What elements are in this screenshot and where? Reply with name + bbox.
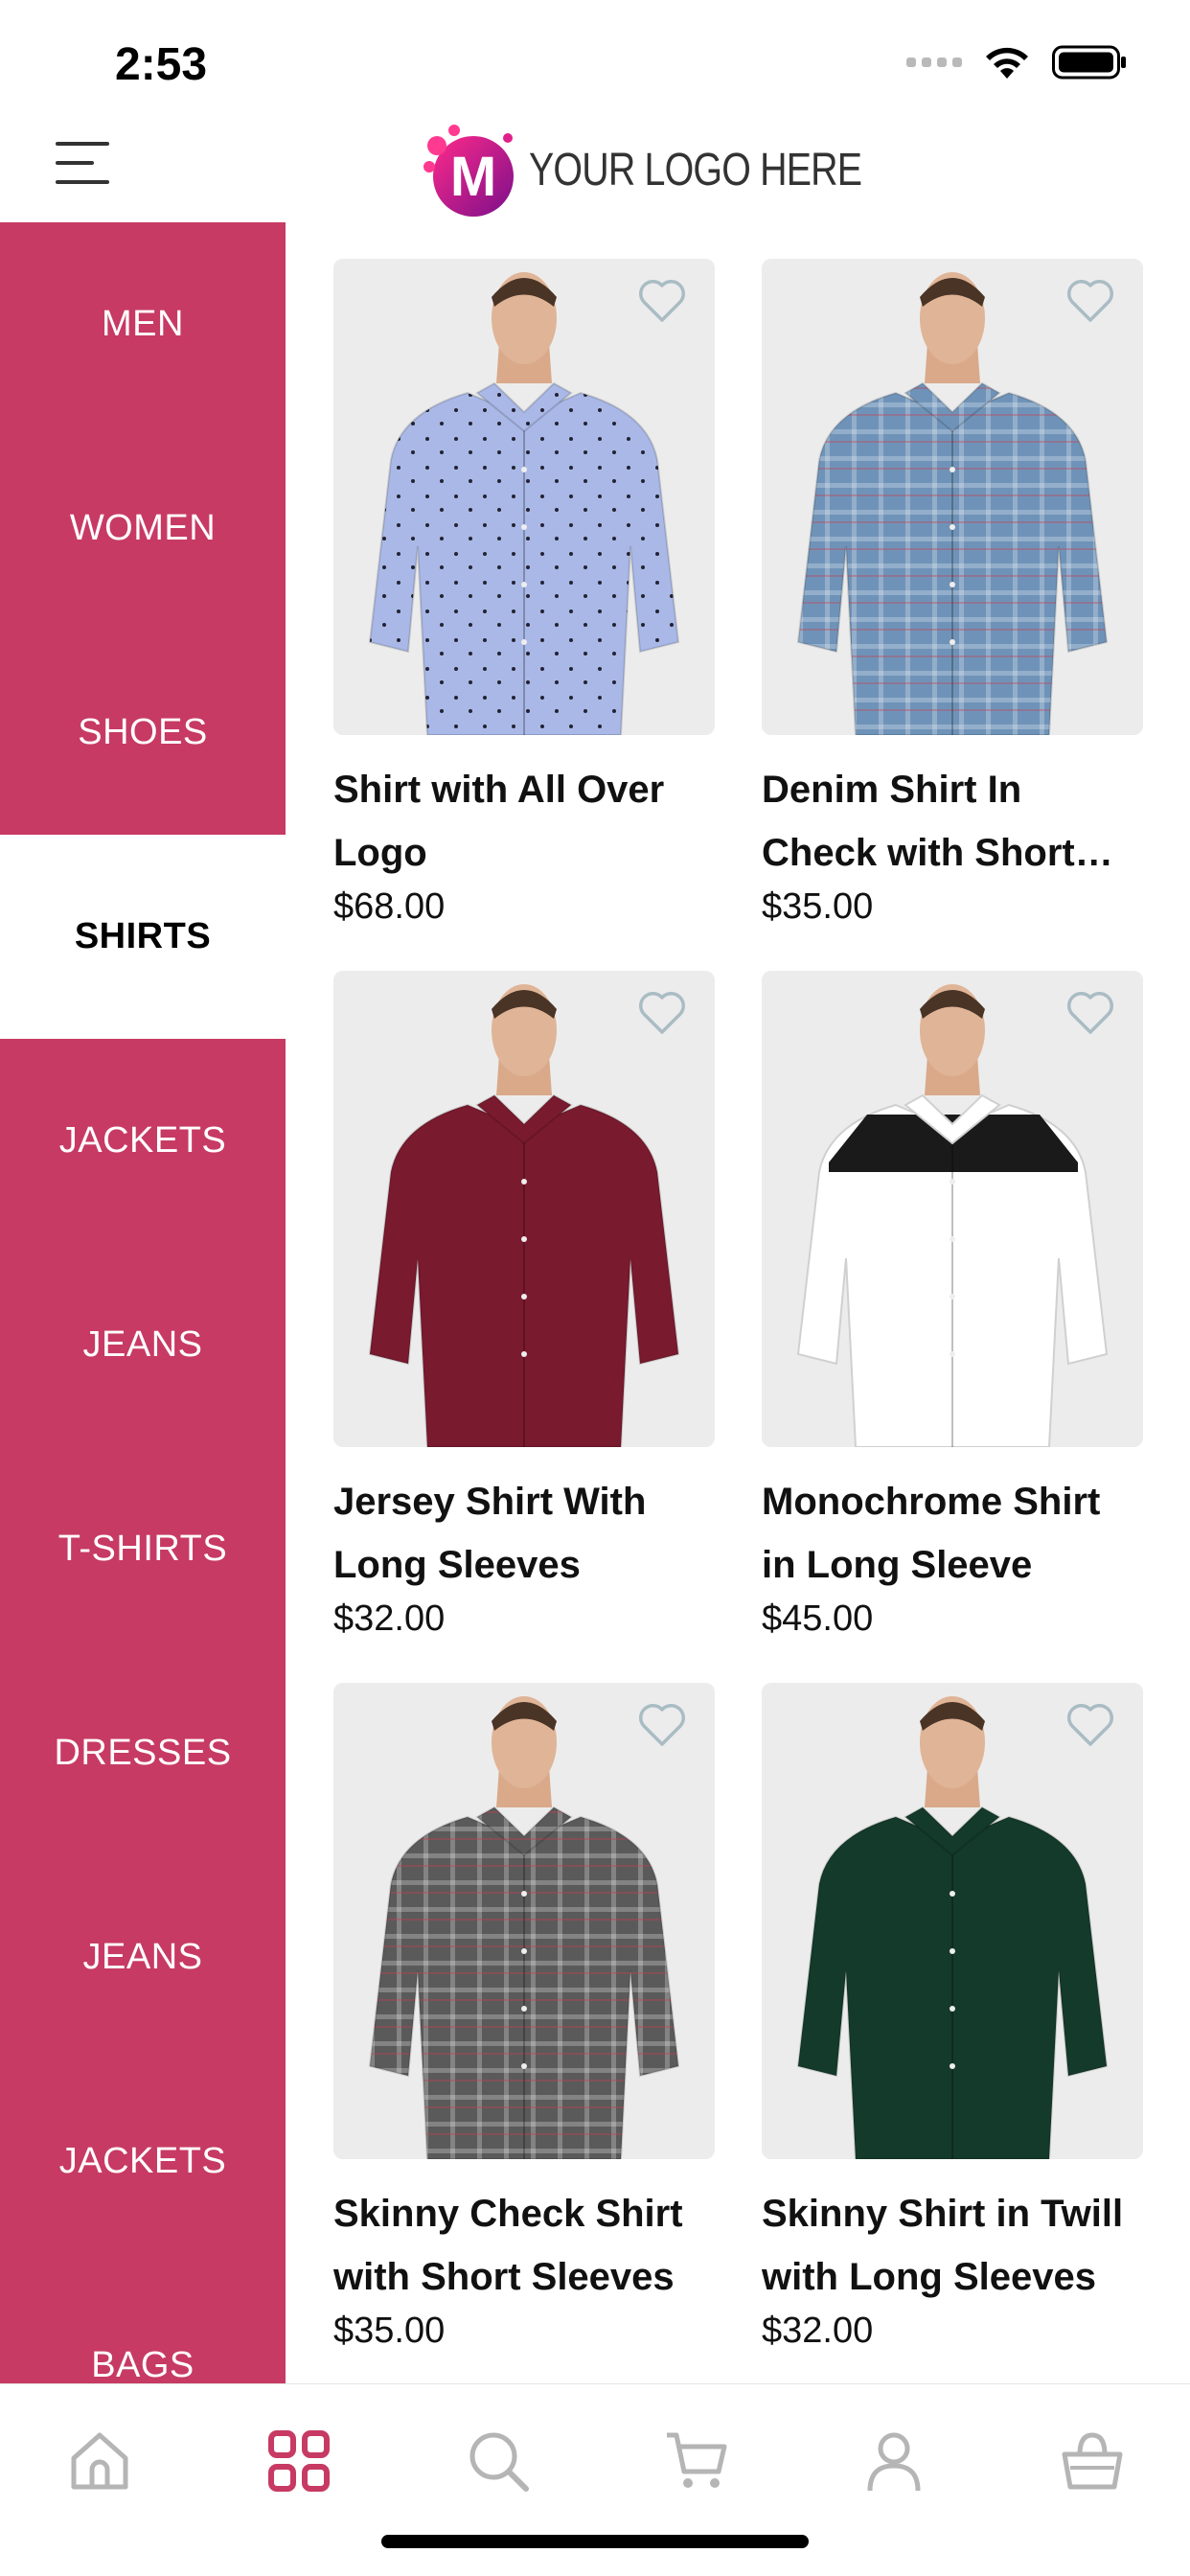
product-title: Skinny Check Shirt with Short Sleeves <box>333 2193 683 2298</box>
favorite-heart-icon[interactable] <box>1064 988 1116 1036</box>
favorite-heart-icon[interactable] <box>636 1700 688 1748</box>
product-price: $32.00 <box>762 2311 874 2351</box>
sidebar-item-label: WOMEN <box>69 508 217 548</box>
sidebar-item-men[interactable]: MEN <box>0 222 286 426</box>
product-price: $35.00 <box>762 886 874 927</box>
sidebar-item-jackets[interactable]: JACKETS <box>0 1039 286 1243</box>
product-title: Monochrome Shirt in Long Sleeve <box>762 1481 1101 1586</box>
sidebar-item-label: BAGS <box>91 2345 195 2383</box>
sidebar-item-dresses[interactable]: DRESSES <box>0 1651 286 1855</box>
home-icon[interactable] <box>61 2423 138 2499</box>
cellular-signal-icon <box>906 58 962 67</box>
product-image[interactable] <box>762 1683 1143 2159</box>
logo-letter: M <box>450 146 496 208</box>
product-image[interactable] <box>762 259 1143 735</box>
wifi-icon <box>986 47 1028 79</box>
favorite-heart-icon[interactable] <box>636 276 688 324</box>
sidebar-item-label: JEANS <box>82 1324 203 1365</box>
brand-logo[interactable]: M YOUR LOGO HERE <box>416 117 934 222</box>
product-price: $45.00 <box>762 1598 874 1639</box>
status-time: 2:53 <box>115 39 208 90</box>
profile-icon[interactable] <box>856 2423 932 2499</box>
sidebar-item-women[interactable]: WOMEN <box>0 426 286 631</box>
cart-icon[interactable] <box>658 2423 735 2499</box>
menu-icon[interactable] <box>56 140 109 186</box>
product-card[interactable]: Jersey Shirt With Long Sleeves $32.00 <box>333 971 715 1640</box>
status-bar: 2:53 <box>0 0 1190 115</box>
product-price: $35.00 <box>333 2311 446 2351</box>
product-image[interactable] <box>333 1683 715 2159</box>
product-image[interactable] <box>762 971 1143 1447</box>
product-photo <box>333 259 715 735</box>
sidebar-item-bags[interactable]: BAGS <box>0 2264 286 2383</box>
product-title: Skinny Shirt in Twill with Long Sleeves <box>762 2193 1124 2298</box>
product-card[interactable]: Skinny Shirt in Twill with Long Sleeves … <box>762 1683 1143 2352</box>
product-price: $68.00 <box>333 886 446 927</box>
product-title: Denim Shirt In Check with Short Sleeves <box>762 769 1075 874</box>
search-icon[interactable] <box>460 2423 537 2499</box>
product-card[interactable]: Shirt with All Over Logo $68.00 <box>333 259 715 928</box>
favorite-heart-icon[interactable] <box>1064 1700 1116 1748</box>
product-card[interactable]: Monochrome Shirt in Long Sleeve $45.00 <box>762 971 1143 1640</box>
product-image[interactable] <box>333 971 715 1447</box>
sidebar-item-shirts[interactable]: SHIRTS <box>0 835 286 1039</box>
product-card[interactable]: Skinny Check Shirt with Short Sleeves $3… <box>333 1683 715 2352</box>
basket-icon[interactable] <box>1054 2423 1131 2499</box>
product-photo <box>333 971 715 1447</box>
product-image[interactable] <box>333 259 715 735</box>
product-title: Shirt with All Over Logo <box>333 769 665 874</box>
product-title: Jersey Shirt With Long Sleeves <box>333 1481 647 1586</box>
favorite-heart-icon[interactable] <box>636 988 688 1036</box>
sidebar-item-t-shirts[interactable]: T-SHIRTS <box>0 1447 286 1651</box>
sidebar-item-jeans[interactable]: JEANS <box>0 1855 286 2059</box>
logo-mark-icon: M <box>423 125 514 217</box>
home-indicator <box>381 2535 809 2548</box>
favorite-heart-icon[interactable] <box>1064 276 1116 324</box>
sidebar-item-label: JEANS <box>82 1937 203 1977</box>
sidebar-item-label: JACKETS <box>58 2141 227 2181</box>
sidebar-item-jackets[interactable]: JACKETS <box>0 2059 286 2264</box>
sidebar-item-shoes[interactable]: SHOES <box>0 631 286 835</box>
category-sidebar: MEN WOMEN SHOES SHIRTS JACKETS JEANS T-SHIRTS D… <box>0 222 286 2383</box>
status-icons <box>906 44 1129 80</box>
battery-icon <box>1052 45 1126 80</box>
product-card[interactable]: Denim Shirt In Check with Short Sleeves … <box>762 259 1143 928</box>
product-price: $32.00 <box>333 1598 446 1639</box>
sidebar-item-jeans[interactable]: JEANS <box>0 1243 286 1447</box>
sidebar-item-label: DRESSES <box>54 1733 232 1773</box>
product-photo <box>762 971 1143 1447</box>
sidebar-item-label: MEN <box>102 304 184 344</box>
sidebar-item-label: SHOES <box>78 712 208 752</box>
sidebar-item-label: SHIRTS <box>74 916 212 956</box>
logo-text: YOUR LOGO HERE <box>529 144 862 196</box>
product-photo <box>762 1683 1143 2159</box>
product-photo <box>762 259 1143 735</box>
sidebar-item-label: T-SHIRTS <box>57 1529 228 1569</box>
sidebar-item-label: JACKETS <box>58 1120 227 1161</box>
product-photo <box>333 1683 715 2159</box>
grid-icon[interactable] <box>261 2423 337 2499</box>
